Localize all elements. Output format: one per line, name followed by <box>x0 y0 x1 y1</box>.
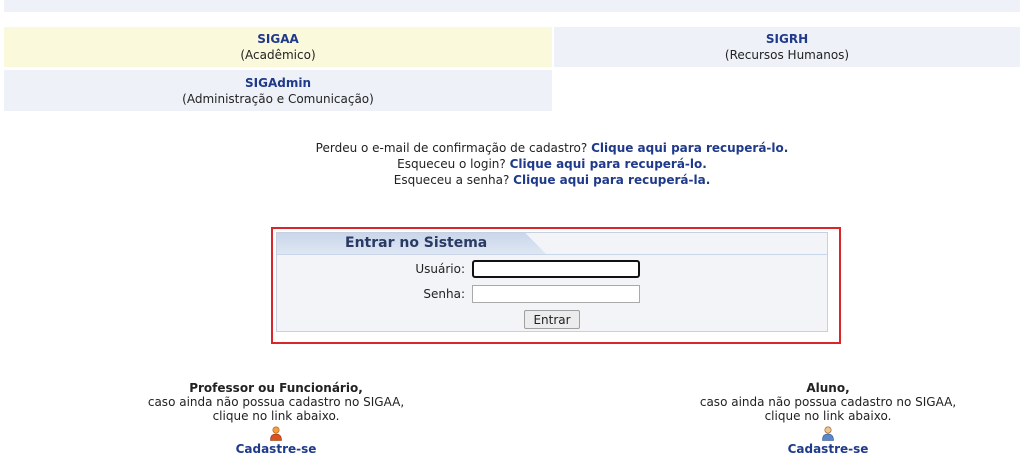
login-submit-button[interactable]: Entrar <box>524 310 580 329</box>
register-student-section: Aluno, caso ainda não possua cadastro no… <box>678 381 978 456</box>
password-input[interactable] <box>472 285 640 303</box>
login-title: Entrar no Sistema <box>345 235 488 251</box>
system-name-sigrh[interactable]: SIGRH <box>554 31 1020 47</box>
system-desc-sigrh: (Recursos Humanos) <box>724 48 850 62</box>
password-label: Senha: <box>423 287 465 301</box>
person-orange-icon[interactable] <box>268 425 284 441</box>
register-professor-title: Professor ou Funcionário, <box>189 381 363 395</box>
recovery-password-text: Esqueceu a senha? <box>393 173 510 187</box>
register-student-line1: caso ainda não possua cadastro no SIGAA, <box>699 395 957 409</box>
register-professor-link[interactable]: Cadastre-se <box>126 442 426 456</box>
register-student-line2: clique no link abaixo. <box>764 409 892 423</box>
recover-password-link[interactable]: Clique aqui para recuperá-la. <box>513 173 710 187</box>
person-blue-icon[interactable] <box>820 425 836 441</box>
recover-email-link[interactable]: Clique aqui para recuperá-lo. <box>591 141 788 155</box>
top-bar <box>4 0 1020 12</box>
system-desc-sigaa: (Acadêmico) <box>240 48 316 62</box>
register-student-link[interactable]: Cadastre-se <box>678 442 978 456</box>
system-card-sigadmin[interactable]: SIGAdmin (Administração e Comunicação) <box>4 70 552 111</box>
register-professor-line2: clique no link abaixo. <box>212 409 340 423</box>
recovery-password-line: Esqueceu a senha? Clique aqui para recup… <box>0 172 1024 188</box>
username-label: Usuário: <box>415 262 465 276</box>
recovery-email-text: Perdeu o e-mail de confirmação de cadast… <box>315 141 588 155</box>
recovery-email-line: Perdeu o e-mail de confirmação de cadast… <box>0 140 1024 156</box>
login-tab-divider <box>277 254 827 255</box>
register-professor-section: Professor ou Funcionário, caso ainda não… <box>126 381 426 456</box>
recovery-login-line: Esqueceu o login? Clique aqui para recup… <box>0 156 1024 172</box>
system-name-sigadmin[interactable]: SIGAdmin <box>4 75 552 91</box>
register-student-title: Aluno, <box>806 381 850 395</box>
system-card-sigaa[interactable]: SIGAA (Acadêmico) <box>4 27 552 67</box>
recovery-login-text: Esqueceu o login? <box>397 157 506 171</box>
username-input[interactable] <box>472 260 640 278</box>
system-desc-sigadmin: (Administração e Comunicação) <box>182 92 374 106</box>
recover-login-link[interactable]: Clique aqui para recuperá-lo. <box>510 157 707 171</box>
register-professor-line1: caso ainda não possua cadastro no SIGAA, <box>147 395 405 409</box>
system-name-sigaa[interactable]: SIGAA <box>4 31 552 47</box>
system-card-sigrh[interactable]: SIGRH (Recursos Humanos) <box>554 27 1020 67</box>
recovery-links: Perdeu o e-mail de confirmação de cadast… <box>0 140 1024 188</box>
